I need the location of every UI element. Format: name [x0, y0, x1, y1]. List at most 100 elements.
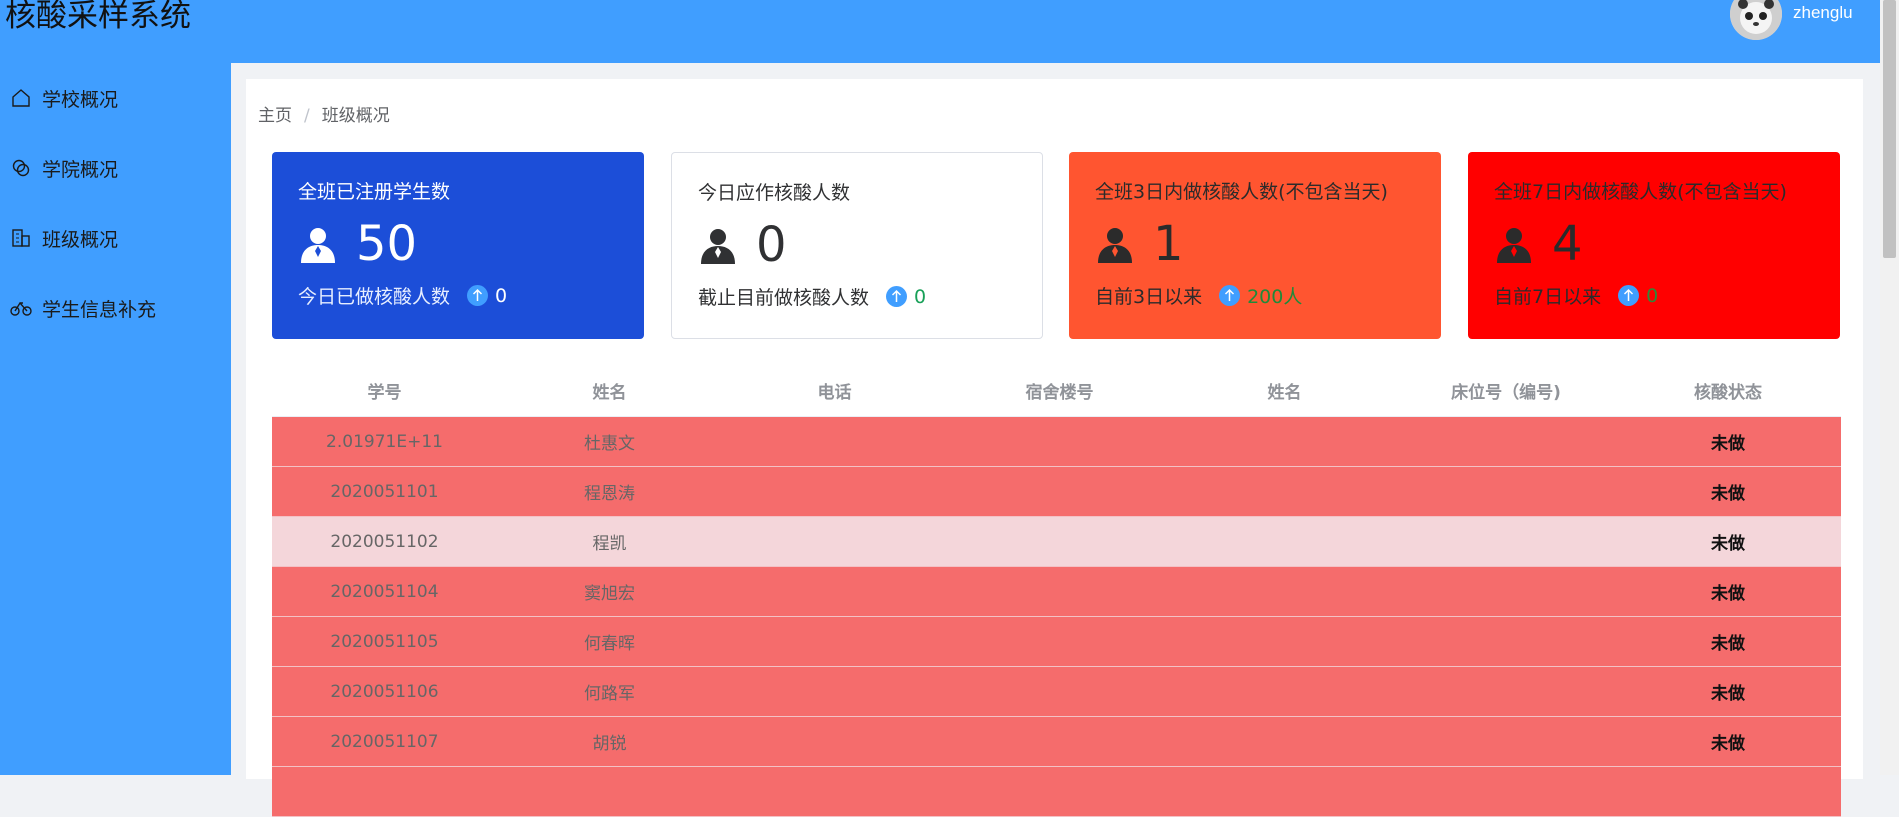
- arrow-up-icon: [1618, 285, 1640, 306]
- bed-cell: [1397, 667, 1615, 716]
- card-value: 0: [756, 217, 787, 273]
- bed-cell: [1397, 717, 1615, 766]
- name-cell: 杜惠文: [584, 434, 635, 454]
- student-id-cell: 2020051106: [330, 681, 439, 702]
- name-cell: 程凯: [592, 534, 627, 554]
- sidebar-item-label: 学院概况: [42, 158, 119, 181]
- name-2-cell: [1172, 717, 1397, 766]
- card-sub-label: 自前7日以来: [1494, 286, 1602, 308]
- breadcrumb-separator: /: [304, 106, 310, 126]
- name-cell: 窦旭宏: [584, 584, 635, 604]
- phone-cell: [722, 617, 947, 666]
- stat-card-7day: 全班7日内做核酸人数(不包含当天) 4 自前7日以来 0: [1468, 152, 1840, 339]
- column-header-status[interactable]: 核酸状态: [1615, 365, 1841, 416]
- phone-cell: [722, 417, 947, 466]
- arrow-up-icon: [467, 285, 489, 306]
- student-id-cell: 2020051102: [330, 531, 439, 552]
- column-header-name-2[interactable]: 姓名: [1172, 365, 1397, 416]
- student-id-cell: 2020051107: [330, 731, 439, 752]
- user-icon: [1095, 225, 1135, 265]
- dorm-cell: [947, 417, 1172, 466]
- bed-cell: [1397, 567, 1615, 616]
- table-row[interactable]: 2020051107 胡锐 未做: [272, 717, 1841, 767]
- dorm-cell: [947, 517, 1172, 566]
- bed-cell: [1397, 417, 1615, 466]
- student-id-cell: [272, 767, 497, 816]
- column-header-name[interactable]: 姓名: [497, 365, 722, 416]
- user-avatar[interactable]: [1730, 0, 1782, 40]
- avatar-image: [1730, 0, 1782, 40]
- name-2-cell: [1172, 567, 1397, 616]
- name-cell: 胡锐: [592, 734, 627, 754]
- bed-cell: [1397, 517, 1615, 566]
- username[interactable]: zhenglu: [1793, 3, 1853, 23]
- bicycle-icon: [10, 297, 32, 319]
- card-sub-value: 0: [495, 284, 508, 307]
- sidebar-item-school-overview[interactable]: 学校概况: [0, 73, 231, 123]
- dorm-cell: [947, 667, 1172, 716]
- card-sub: 截止目前做核酸人数 0: [698, 283, 926, 310]
- table-row[interactable]: 2.01971E+11 杜惠文 未做: [272, 417, 1841, 467]
- sidebar-item-label: 学校概况: [42, 88, 119, 111]
- card-value: 1: [1153, 216, 1184, 272]
- building-icon: [10, 227, 32, 249]
- phone-cell: [722, 717, 947, 766]
- name-2-cell: [1172, 617, 1397, 666]
- card-value: 4: [1552, 216, 1583, 272]
- stat-card-registered: 全班已注册学生数 50 今日已做核酸人数 0: [272, 152, 644, 339]
- card-title: 全班7日内做核酸人数(不包含当天): [1494, 181, 1787, 203]
- table-body: 2.01971E+11 杜惠文 未做 2020051101 程恩涛 未做 202005110…: [272, 417, 1841, 817]
- card-sub: 今日已做核酸人数 0: [298, 282, 507, 309]
- breadcrumb-home[interactable]: 主页: [258, 106, 292, 126]
- card-sub-value: 0: [1646, 284, 1659, 307]
- phone-cell: [722, 567, 947, 616]
- status-cell: 未做: [1711, 434, 1745, 454]
- sidebar-item-label: 学生信息补充: [42, 298, 157, 321]
- status-cell: 未做: [1711, 534, 1745, 554]
- card-sub-value: 200人: [1247, 286, 1303, 308]
- stat-card-3day: 全班3日内做核酸人数(不包含当天) 1 自前3日以来 200人: [1069, 152, 1441, 339]
- status-cell: 未做: [1711, 684, 1745, 704]
- bed-cell: [1397, 467, 1615, 516]
- user-icon: [298, 225, 338, 265]
- dorm-cell: [947, 567, 1172, 616]
- sidebar-item-student-info[interactable]: 学生信息补充: [0, 283, 231, 333]
- card-title: 全班3日内做核酸人数(不包含当天): [1095, 181, 1388, 203]
- name-2-cell: [1172, 467, 1397, 516]
- card-sub-label: 今日已做核酸人数: [298, 286, 451, 308]
- table-row[interactable]: 2020051101 程恩涛 未做: [272, 467, 1841, 517]
- column-header-bed[interactable]: 床位号（编号): [1397, 365, 1615, 416]
- student-id-cell: 2020051105: [330, 631, 439, 652]
- column-header-phone[interactable]: 电话: [722, 365, 947, 416]
- app-title: 核酸采样系统: [5, 0, 191, 34]
- name-2-cell: [1172, 417, 1397, 466]
- table-row[interactable]: 2020051106 何路军 未做: [272, 667, 1841, 717]
- table-row[interactable]: 2020051105 何春晖 未做: [272, 617, 1841, 667]
- card-sub-label: 自前3日以来: [1095, 286, 1203, 308]
- student-id-cell: 2020051101: [330, 481, 439, 502]
- name-2-cell: [1172, 517, 1397, 566]
- column-header-student-id[interactable]: 学号: [272, 365, 497, 416]
- table-row[interactable]: 2020051104 窦旭宏 未做: [272, 567, 1841, 617]
- breadcrumb-current: 班级概况: [321, 106, 390, 126]
- name-cell: 何春晖: [584, 634, 635, 654]
- sidebar-item-college-overview[interactable]: 学院概况: [0, 143, 231, 193]
- student-id-cell: 2.01971E+11: [326, 431, 443, 452]
- breadcrumb: 主页 / 班级概况: [258, 101, 390, 126]
- sidebar-item-class-overview[interactable]: 班级概况: [0, 213, 231, 263]
- status-cell: 未做: [1711, 584, 1745, 604]
- status-cell: 未做: [1711, 634, 1745, 654]
- sidebar-item-label: 班级概况: [42, 228, 119, 251]
- user-icon: [698, 226, 738, 266]
- page-scrollbar-thumb[interactable]: [1883, 0, 1896, 258]
- column-header-dorm[interactable]: 宿舍楼号: [947, 365, 1172, 416]
- phone-cell: [722, 517, 947, 566]
- table-header: 学号 姓名 电话 宿舍楼号 姓名 床位号（编号) 核酸状态: [272, 365, 1841, 417]
- card-sub-value: 0: [914, 285, 927, 308]
- stat-card-should-test: 今日应作核酸人数 0 截止目前做核酸人数 0: [671, 152, 1043, 339]
- name-cell: [497, 767, 722, 816]
- card-title: 全班已注册学生数: [298, 181, 451, 203]
- chain-icon: [10, 157, 32, 179]
- dorm-cell: [947, 767, 1172, 816]
- table-row[interactable]: 2020051102 程凯 未做: [272, 517, 1841, 567]
